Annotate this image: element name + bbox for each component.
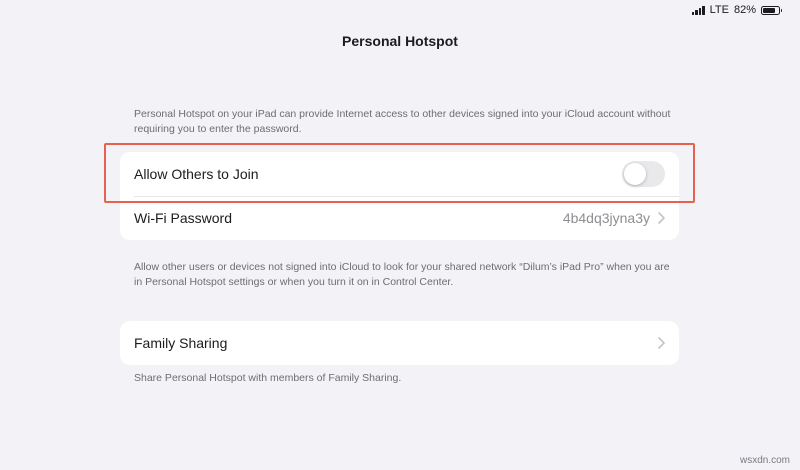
status-bar: LTE 82% [691, 4, 782, 16]
wifi-password-row[interactable]: Wi-Fi Password 4b4dq3jyna3y [120, 196, 679, 240]
allow-others-row[interactable]: Allow Others to Join [120, 152, 679, 196]
hotspot-settings-group: Allow Others to Join Wi-Fi Password 4b4d… [120, 152, 679, 240]
family-sharing-row[interactable]: Family Sharing [120, 321, 679, 365]
battery-fill [763, 7, 776, 13]
family-sharing-footnote: Share Personal Hotspot with members of F… [134, 372, 402, 384]
page-title: Personal Hotspot [342, 33, 458, 49]
watermark: wsxdn.com [739, 455, 790, 466]
allow-others-label: Allow Others to Join [134, 166, 259, 182]
chevron-right-icon [658, 337, 665, 349]
allow-others-toggle[interactable] [622, 161, 665, 187]
network-type: LTE [709, 4, 729, 16]
chevron-right-icon [658, 212, 665, 224]
toggle-knob [624, 163, 646, 185]
hotspot-footnote: Allow other users or devices not signed … [134, 261, 670, 288]
family-sharing-group: Family Sharing [120, 321, 679, 365]
wifi-password-value: 4b4dq3jyna3y [562, 210, 650, 226]
wifi-password-label: Wi-Fi Password [134, 210, 233, 226]
battery-percent: 82% [733, 4, 756, 16]
family-sharing-label: Family Sharing [134, 335, 228, 351]
battery-icon [761, 5, 782, 15]
intro-footnote: Personal Hotspot on your iPad can provid… [134, 108, 671, 135]
cellular-signal-icon [691, 5, 705, 15]
